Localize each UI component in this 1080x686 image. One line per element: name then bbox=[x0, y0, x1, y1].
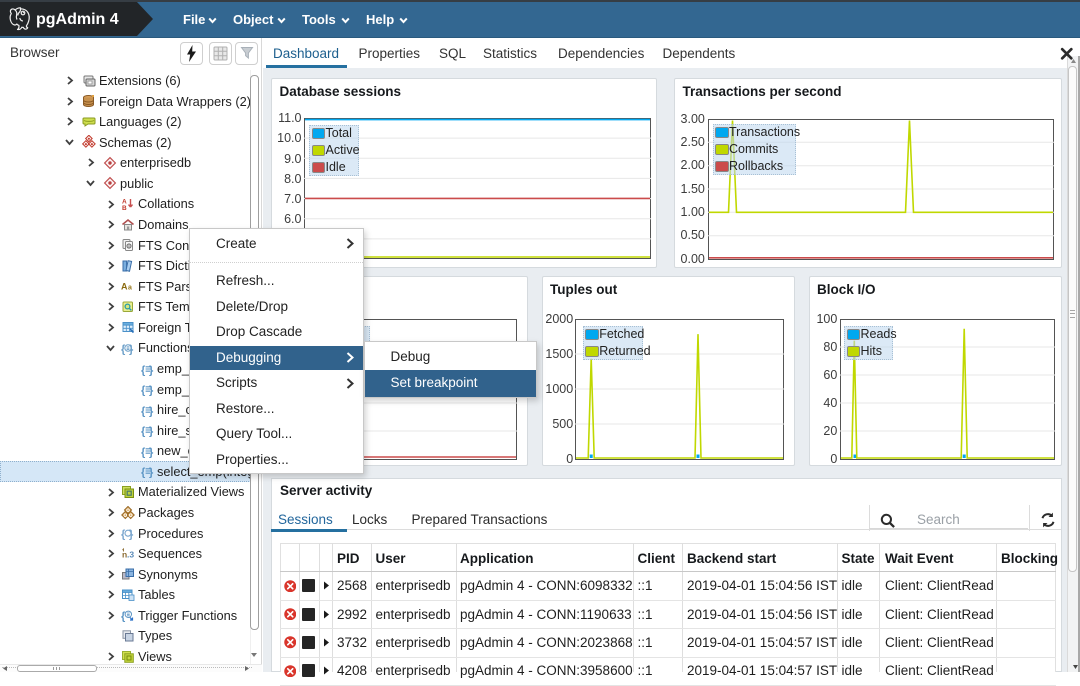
svg-text:}: } bbox=[149, 385, 154, 397]
svg-text:a: a bbox=[128, 285, 132, 292]
svg-text:}: } bbox=[149, 446, 154, 458]
svg-text:{: { bbox=[141, 405, 146, 417]
svg-text:}: } bbox=[149, 405, 154, 417]
svg-text:{: { bbox=[141, 467, 146, 479]
svg-text:{: { bbox=[141, 364, 146, 376]
svg-text:B: B bbox=[122, 205, 127, 211]
svg-text:{: { bbox=[141, 426, 146, 438]
svg-text:}: } bbox=[149, 426, 154, 438]
svg-text:{: { bbox=[141, 446, 146, 458]
svg-text:{: { bbox=[141, 385, 146, 397]
svg-text:}: } bbox=[149, 467, 154, 479]
svg-text:}: } bbox=[149, 364, 154, 376]
svg-text:.3: .3 bbox=[127, 549, 134, 559]
svg-text:A: A bbox=[121, 282, 128, 292]
